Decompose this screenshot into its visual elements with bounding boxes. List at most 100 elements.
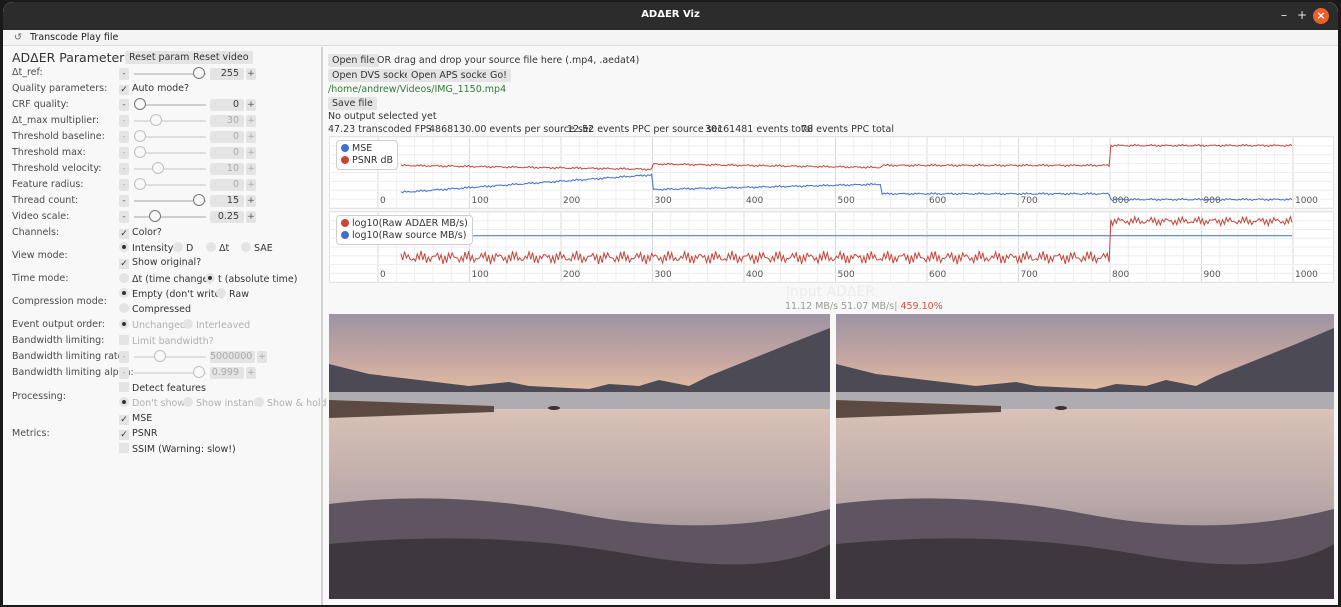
close-button[interactable]: ×	[1313, 8, 1329, 24]
bandwidth-plot[interactable]: 0 100 200 300 400 500 600 700 800 900 1000 log10(R…	[329, 211, 1334, 283]
go-button[interactable]: Go!	[486, 69, 511, 82]
dt-ref-value[interactable]: 255	[210, 68, 244, 80]
video-scale-knob[interactable]	[149, 210, 161, 222]
view-mode-sae[interactable]: SAE	[241, 242, 273, 254]
threshold-max-decrement[interactable]: -	[119, 147, 129, 159]
dt-ref-label: Δt_ref:	[12, 67, 43, 78]
save-file-button[interactable]: Save file	[328, 97, 377, 110]
threshold-max-knob[interactable]	[134, 146, 146, 158]
time-mode-absolute[interactable]: t (absolute time)	[205, 273, 297, 285]
thread-count-decrement[interactable]: -	[119, 195, 129, 207]
legend-mse[interactable]: MSE	[352, 143, 372, 154]
dt-ref-knob[interactable]	[193, 67, 205, 79]
limit-bandwidth-checkbox[interactable]: Limit bandwidth?	[119, 335, 214, 347]
compression-raw[interactable]: Raw	[216, 288, 249, 300]
show-original-checkbox[interactable]: ✓ Show original?	[119, 257, 201, 269]
metric-mse-checkbox[interactable]: ✓ MSE	[119, 413, 152, 425]
maximize-button[interactable]: +	[1294, 8, 1310, 22]
checkbox-icon	[119, 335, 129, 345]
minimize-button[interactable]: –	[1276, 8, 1292, 22]
legend-raw-source[interactable]: log10(Raw source MB/s)	[352, 230, 466, 241]
radio-icon	[183, 319, 193, 329]
threshold-velocity-increment[interactable]: +	[246, 163, 256, 175]
threshold-velocity-slider[interactable]	[134, 168, 206, 170]
event-order-unchanged[interactable]: Unchanged	[119, 319, 186, 331]
bandwidth-rate-knob[interactable]	[154, 350, 166, 362]
input-video-frame	[329, 314, 830, 599]
threshold-max-value[interactable]: 0	[210, 147, 244, 159]
legend-raw-adder[interactable]: log10(Raw ADΔER MB/s)	[352, 218, 468, 229]
bandwidth-rate-decrement[interactable]: -	[119, 351, 129, 363]
video-scale-value[interactable]: 0.25	[210, 211, 244, 223]
view-mode-dt[interactable]: Δt	[206, 242, 229, 254]
detect-features-checkbox[interactable]: Detect features	[119, 382, 206, 394]
dt-max-knob[interactable]	[150, 114, 162, 126]
open-dvs-socket-button[interactable]: Open DVS socket	[328, 69, 418, 82]
menu-play-file[interactable]: Play file	[81, 32, 118, 43]
feature-radius-value[interactable]: 0	[210, 179, 244, 191]
app-menu-icon[interactable]: ↺	[14, 32, 22, 43]
threshold-velocity-knob[interactable]	[152, 162, 164, 174]
dt-ref-decrement[interactable]: -	[119, 68, 129, 80]
crf-knob[interactable]	[134, 98, 146, 110]
quality-label: Quality parameters:	[12, 83, 108, 94]
video-scale-decrement[interactable]: -	[119, 211, 129, 223]
threshold-max-increment[interactable]: +	[246, 147, 256, 159]
bandwidth-rate-slider[interactable]	[134, 356, 206, 358]
thread-count-knob[interactable]	[193, 194, 205, 206]
crf-value[interactable]: 0	[210, 99, 244, 111]
time-mode-dt-label: Δt (time change)	[132, 274, 213, 285]
processing-show-instant[interactable]: Show instant	[183, 397, 258, 409]
threshold-baseline-knob[interactable]	[134, 130, 146, 142]
channels-label: Channels:	[12, 227, 60, 238]
view-mode-d[interactable]: D	[173, 242, 193, 254]
bandwidth-rate-increment[interactable]: +	[257, 351, 267, 363]
dt-max-decrement[interactable]: -	[119, 115, 129, 127]
time-mode-dt[interactable]: Δt (time change)	[119, 273, 212, 285]
x-tick-label: 100	[472, 270, 489, 280]
video-scale-slider[interactable]	[134, 216, 206, 218]
processing-dont-show[interactable]: Don't show	[119, 397, 185, 409]
menu-transcode[interactable]: Transcode	[30, 32, 78, 43]
open-file-button[interactable]: Open file	[328, 54, 379, 67]
bandwidth-alpha-value[interactable]: 0.999	[210, 367, 244, 379]
reset-video-button[interactable]: Reset video	[189, 51, 253, 64]
metric-psnr-checkbox[interactable]: ✓ PSNR	[119, 428, 157, 440]
metric-ssim-checkbox[interactable]: SSIM (Warning: slow!)	[119, 443, 236, 455]
crf-increment[interactable]: +	[246, 99, 256, 111]
bandwidth-alpha-increment[interactable]: +	[246, 367, 256, 379]
feature-radius-decrement[interactable]: -	[119, 179, 129, 191]
threshold-velocity-decrement[interactable]: -	[119, 163, 129, 175]
dt-ref-increment[interactable]: +	[246, 68, 256, 80]
metrics-plot[interactable]: 0 100 200 300 400 500 600 700 800 900 1000 MSE PSN…	[329, 136, 1334, 209]
reset-params-button[interactable]: Reset params	[125, 51, 199, 64]
open-aps-socket-button[interactable]: Open APS socket	[407, 69, 496, 82]
dt-max-value[interactable]: 30	[210, 115, 244, 127]
video-scale-increment[interactable]: +	[246, 211, 256, 223]
bandwidth-alpha-knob[interactable]	[193, 366, 205, 378]
checkmark-icon: ✓	[119, 229, 129, 239]
threshold-baseline-decrement[interactable]: -	[119, 131, 129, 143]
feature-radius-knob[interactable]	[134, 178, 146, 190]
auto-mode-checkbox[interactable]: ✓ Auto mode?	[119, 83, 189, 95]
crf-decrement[interactable]: -	[119, 99, 129, 111]
thread-count-value[interactable]: 15	[210, 195, 244, 207]
bandwidth-alpha-decrement[interactable]: -	[119, 367, 129, 379]
feature-radius-increment[interactable]: +	[246, 179, 256, 191]
show-original-label: Show original?	[132, 257, 202, 268]
color-checkbox[interactable]: ✓ Color?	[119, 227, 162, 239]
legend-psnr[interactable]: PSNR dB	[352, 155, 393, 166]
bandwidth-rate-value[interactable]: 5000000	[210, 351, 255, 363]
thread-count-increment[interactable]: +	[246, 195, 256, 207]
threshold-baseline-increment[interactable]: +	[246, 131, 256, 143]
event-order-interleaved[interactable]: Interleaved	[183, 319, 250, 331]
dt-max-increment[interactable]: +	[246, 115, 256, 127]
dt-max-slider[interactable]	[134, 120, 206, 122]
compression-empty[interactable]: Empty (don't write)	[119, 288, 224, 300]
processing-show-hold[interactable]: Show & hold	[254, 397, 327, 409]
view-mode-intensity[interactable]: Intensity	[119, 242, 173, 254]
threshold-baseline-value[interactable]: 0	[210, 131, 244, 143]
threshold-velocity-value[interactable]: 10	[210, 163, 244, 175]
app-window: ADΔER Viz – + × ↺ Transcode Play file AD…	[3, 2, 1338, 605]
compression-compressed[interactable]: Compressed	[119, 303, 191, 315]
